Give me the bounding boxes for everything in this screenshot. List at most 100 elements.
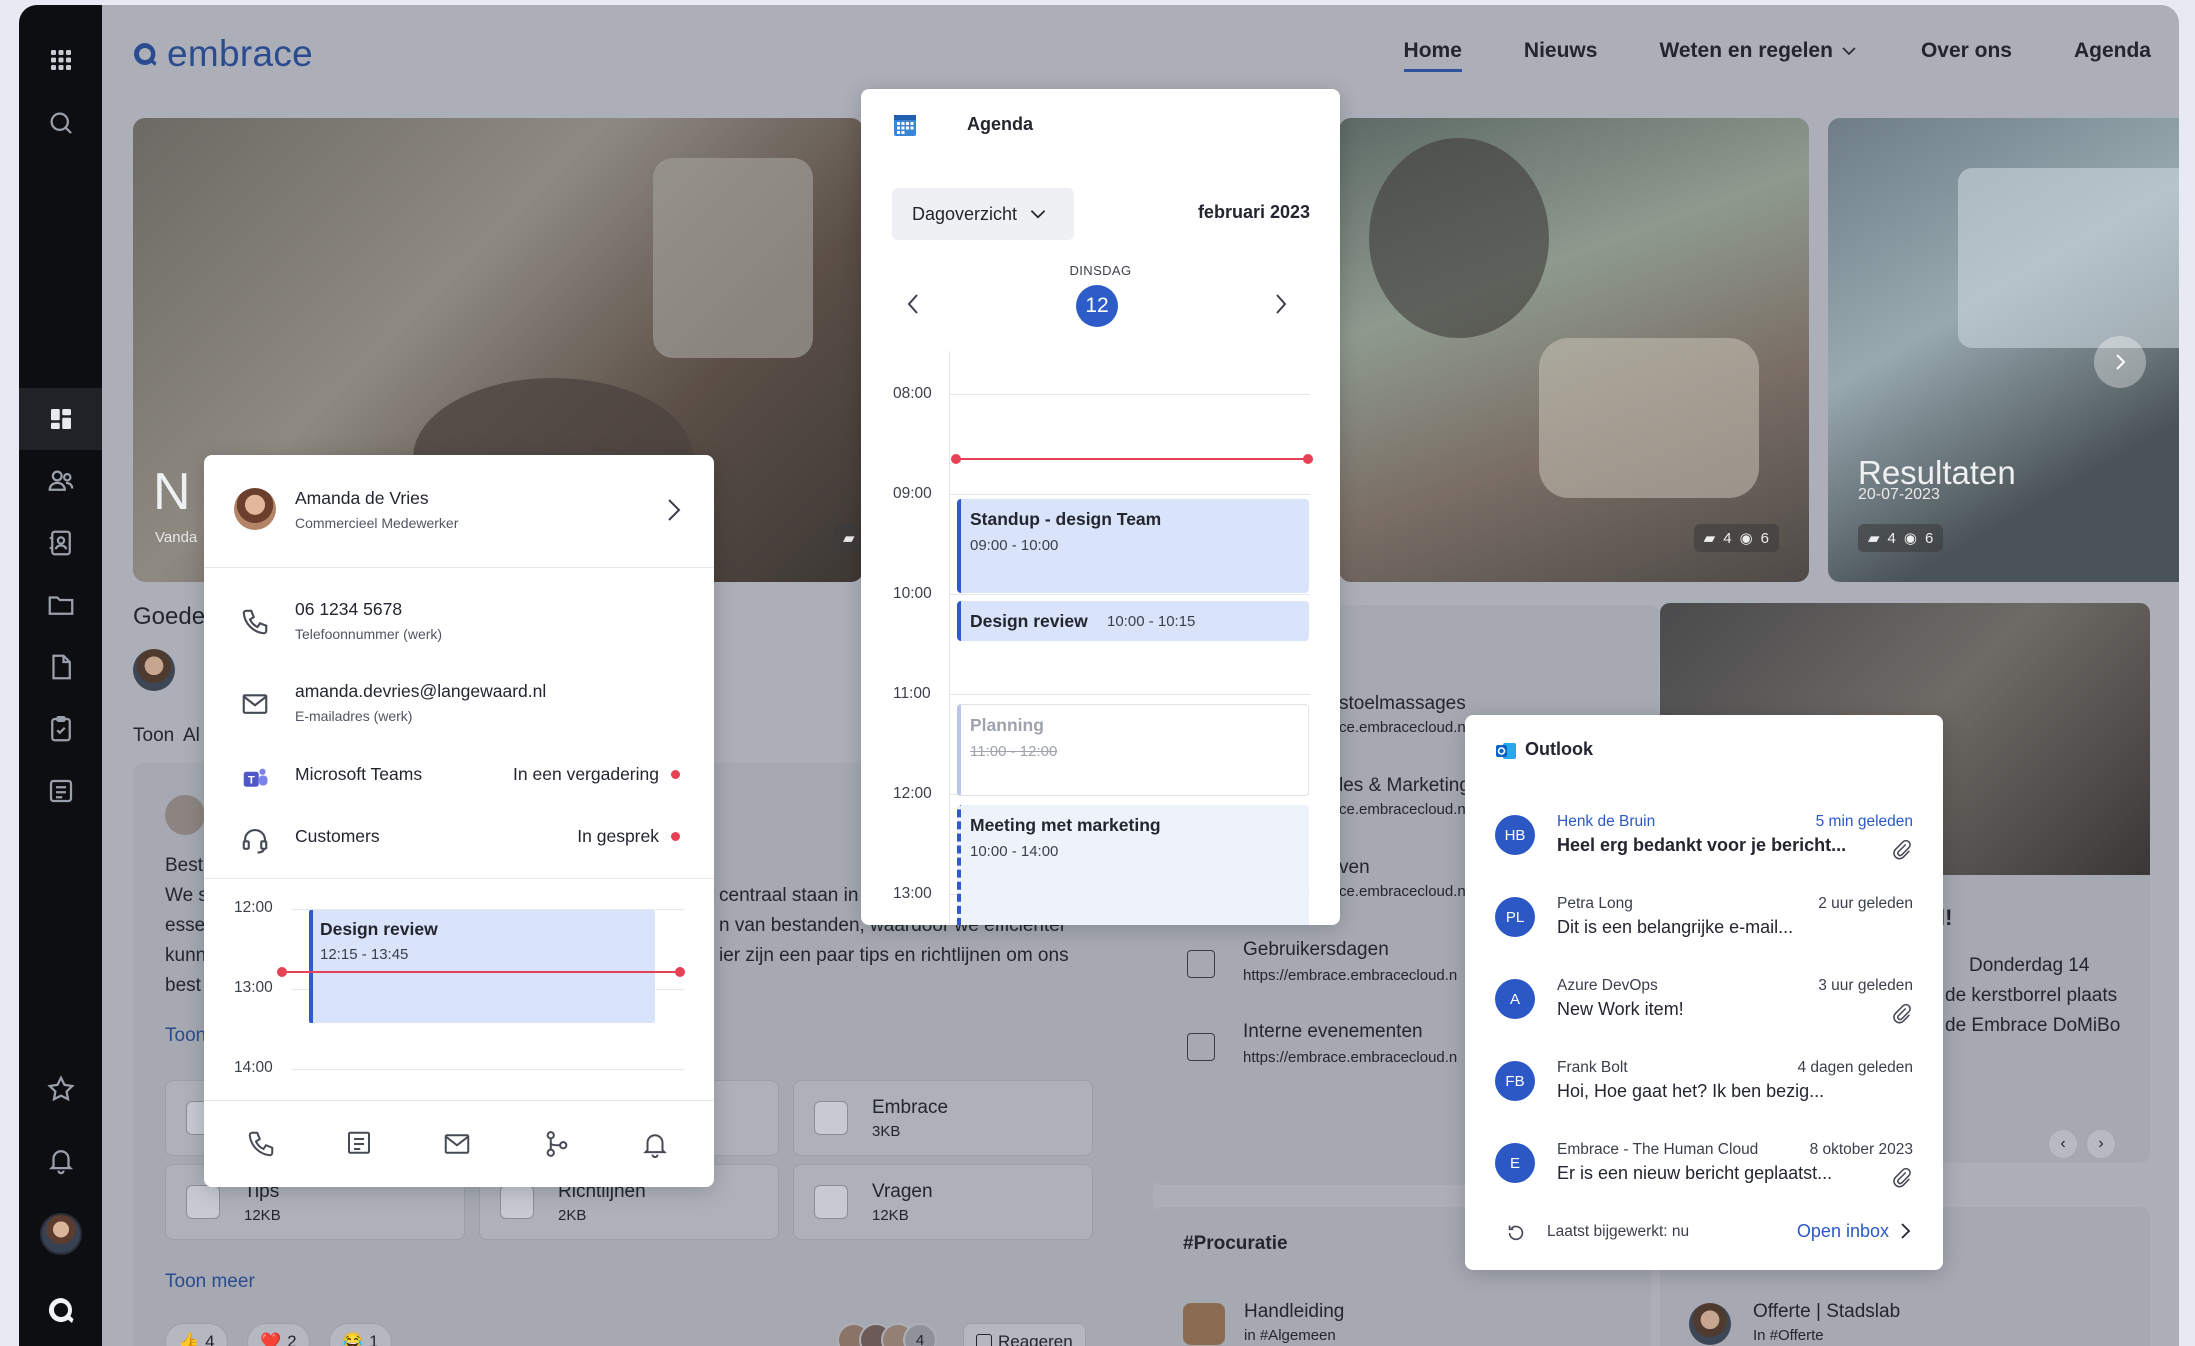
chevron-left-icon[interactable]: ‹ — [2049, 1130, 2077, 1158]
pdf-icon — [186, 1185, 220, 1219]
post-text-line: esse — [165, 915, 206, 936]
chat-icon[interactable] — [344, 1129, 374, 1159]
people-icon[interactable] — [19, 453, 102, 509]
mail-item[interactable]: FB Frank Bolt 4 dagen geleden Hoi, Hoe g… — [1465, 1051, 1943, 1133]
contact-email[interactable]: amanda.devries@langewaard.nl — [295, 681, 546, 702]
refresh-icon[interactable] — [1505, 1222, 1527, 1244]
agenda-event[interactable]: Design review 10:00 - 10:15 — [957, 601, 1309, 641]
nav-home[interactable]: Home — [1403, 39, 1463, 72]
calendar-event[interactable]: Design review 12:15 - 13:45 — [309, 910, 655, 1023]
agenda-event[interactable]: Meeting met marketing 10:00 - 14:00 — [957, 805, 1309, 925]
hero-stats: ▰ 4 ◉ 6 — [1693, 524, 1779, 552]
hero-card-3[interactable]: Resultaten 20-07-2023 ▰ 4 ◉ 6 — [1828, 118, 2179, 582]
hero-card-2[interactable]: ▰ 4 ◉ 6 — [1339, 118, 1809, 582]
dashboard-icon[interactable] — [19, 388, 102, 450]
outlook-icon — [1496, 743, 1516, 759]
mail-item[interactable]: PL Petra Long 2 uur geleden Dit is een b… — [1465, 887, 1943, 969]
calendar-icon — [894, 115, 916, 136]
contact-phone[interactable]: 06 1234 5678 — [295, 599, 402, 620]
folder-icon[interactable] — [19, 577, 102, 633]
nav-weten-en-regelen[interactable]: Weten en regelen — [1659, 39, 1859, 63]
link-title[interactable]: stoelmassages — [1339, 693, 1466, 715]
nav-nieuws[interactable]: Nieuws — [1524, 39, 1598, 63]
brand[interactable]: embrace — [131, 33, 313, 75]
mail-icon — [240, 689, 270, 719]
apps-grid-icon[interactable] — [19, 32, 102, 88]
agenda-month: februari 2023 — [1197, 202, 1310, 222]
handleiding-sub: in #Algemeen — [1244, 1327, 1336, 1344]
toon-al-tab[interactable]: Al — [183, 725, 200, 747]
contact-email-label: E-mailadres (werk) — [295, 708, 413, 724]
chevron-right-icon[interactable] — [1271, 289, 1291, 319]
document-icon[interactable] — [19, 639, 102, 695]
nav-agenda[interactable]: Agenda — [2074, 39, 2151, 63]
handleiding-title[interactable]: Handleiding — [1244, 1301, 1344, 1323]
teams-label: Microsoft Teams — [295, 764, 423, 784]
avatar[interactable] — [40, 1213, 82, 1255]
avatar: PL — [1495, 897, 1535, 937]
divider — [204, 1100, 714, 1101]
mail-icon[interactable] — [442, 1129, 472, 1159]
paperclip-icon — [1891, 839, 1913, 861]
phone-icon[interactable] — [246, 1129, 276, 1159]
carousel-next-button[interactable] — [2094, 336, 2146, 388]
search-icon[interactable] — [19, 95, 102, 151]
event-line: de kerstborrel plaats — [1945, 985, 2118, 1006]
paperclip-icon — [1891, 1003, 1913, 1025]
avatar — [1689, 1303, 1731, 1345]
post-text-line: best — [165, 975, 201, 996]
notes-icon[interactable] — [19, 763, 102, 819]
clipboard-check-icon[interactable] — [19, 701, 102, 757]
eye-icon: ◉ — [1739, 530, 1753, 547]
bell-icon[interactable] — [640, 1129, 670, 1159]
file-card-vragen[interactable]: Vragen 12KB — [793, 1164, 1093, 1240]
chevron-right-icon[interactable]: › — [2087, 1130, 2115, 1158]
agenda-day[interactable]: 12 — [1076, 285, 1118, 327]
agenda-event[interactable]: Planning 11:00 - 12:00 — [957, 704, 1309, 796]
comment-icon: ▰ — [1868, 530, 1880, 547]
contact-card: Amanda de Vries Commercieel Medewerker 0… — [204, 455, 714, 1187]
agenda-widget: Agenda Dagoverzicht februari 2023 DINSDA… — [861, 89, 1340, 925]
avatar: A — [1495, 979, 1535, 1019]
link-title[interactable]: les & Marketing — [1339, 775, 1470, 797]
comment-icon: ▰ — [843, 530, 855, 547]
link-title[interactable]: Interne evenementen — [1243, 1021, 1423, 1043]
mail-item[interactable]: HB Henk de Bruin 5 min geleden Heel erg … — [1465, 805, 1943, 887]
mail-item[interactable]: E Embrace - The Human Cloud 8 oktober 20… — [1465, 1133, 1943, 1215]
toon-meer-link[interactable]: Toon meer — [165, 1271, 255, 1293]
link-url: https://embrace.embracecloud.n — [1243, 1049, 1458, 1066]
event-line: de Embrace DoMiBo — [1945, 1015, 2121, 1036]
chevron-down-icon — [1842, 47, 1856, 56]
chevron-right-icon[interactable] — [662, 495, 686, 525]
customers-label: Customers — [295, 826, 380, 846]
pdf-icon — [814, 1185, 848, 1219]
contact-book-icon[interactable] — [19, 515, 102, 571]
star-icon[interactable] — [19, 1061, 102, 1117]
greeting-heading: Goede — [133, 603, 206, 630]
embrace-logo-icon[interactable] — [45, 1294, 77, 1326]
nav-over-ons[interactable]: Over ons — [1921, 39, 2012, 63]
reageren-button[interactable]: Reageren — [963, 1323, 1086, 1346]
hero-date: Vanda — [155, 529, 198, 546]
reaction-like[interactable]: 👍 4 — [165, 1323, 228, 1346]
toon-link[interactable]: Toon — [165, 1025, 206, 1047]
calendar-hour: 13:00 — [234, 979, 273, 996]
bell-icon[interactable] — [19, 1132, 102, 1188]
open-inbox-link[interactable]: Open inbox — [1797, 1220, 1913, 1242]
mail-item[interactable]: A Azure DevOps 3 uur geleden New Work it… — [1465, 969, 1943, 1051]
teams-icon: T — [240, 763, 270, 793]
chevron-left-icon[interactable] — [903, 289, 923, 319]
file-card-embrace[interactable]: Embrace 3KB — [793, 1080, 1093, 1156]
reaction-laugh[interactable]: 😂 1 — [329, 1323, 392, 1346]
link-title[interactable]: Gebruikersdagen — [1243, 939, 1389, 961]
agenda-event[interactable]: Standup - design Team 09:00 - 10:00 — [957, 499, 1309, 593]
org-chart-icon[interactable] — [542, 1129, 572, 1159]
toon-tab[interactable]: Toon — [133, 725, 174, 747]
agenda-weekday: DINSDAG — [1069, 263, 1132, 278]
offerte-title[interactable]: Offerte | Stadslab — [1753, 1301, 1900, 1323]
teams-status: In een vergadering — [513, 764, 680, 785]
link-title[interactable]: ven — [1339, 857, 1370, 879]
view-select[interactable]: Dagoverzicht — [892, 188, 1074, 240]
reaction-heart[interactable]: ❤️ 2 — [247, 1323, 310, 1346]
link-url: ce.embracecloud.n — [1339, 719, 1466, 736]
